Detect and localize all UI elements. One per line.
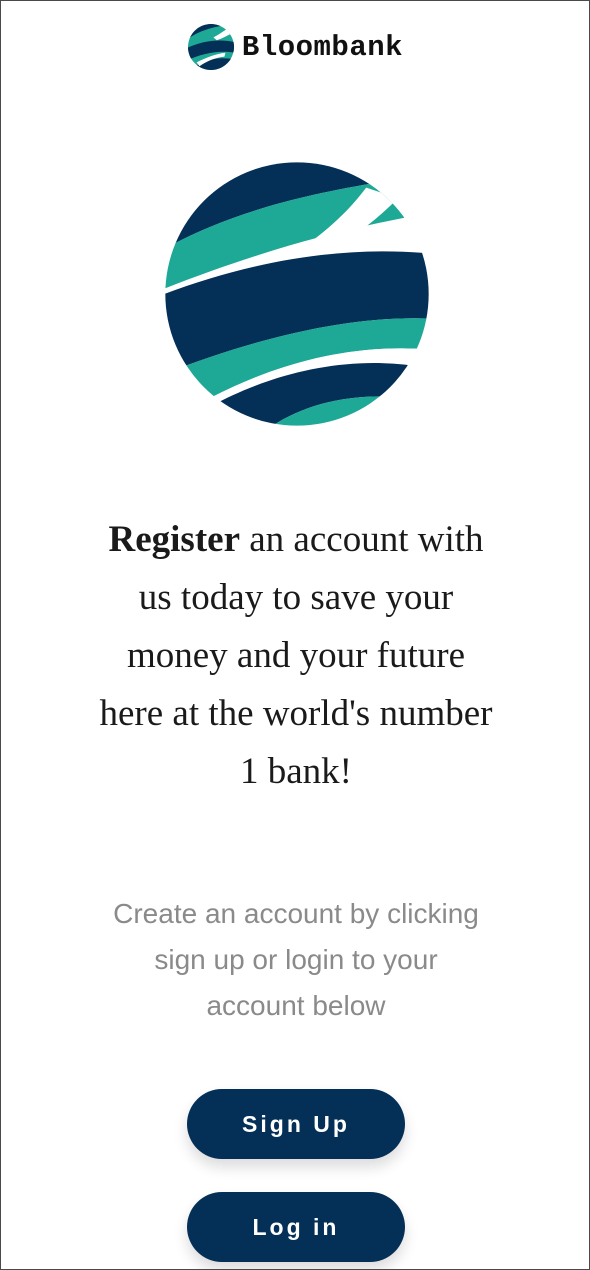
log-in-button[interactable]: Log in	[187, 1192, 405, 1262]
subtext: Create an account by clicking sign up or…	[113, 898, 479, 1021]
app-frame: Bloombank Register an account with us to…	[0, 0, 590, 1270]
brand-name: Bloombank	[241, 30, 404, 64]
headline: Register an account with us today to sav…	[96, 511, 496, 801]
hero-logo-icon	[165, 162, 429, 426]
app-header: Bloombank	[1, 23, 589, 71]
sign-up-button[interactable]: Sign Up	[187, 1089, 405, 1159]
headline-emphasis: Register	[108, 519, 241, 560]
brand-logo-icon	[187, 23, 234, 71]
